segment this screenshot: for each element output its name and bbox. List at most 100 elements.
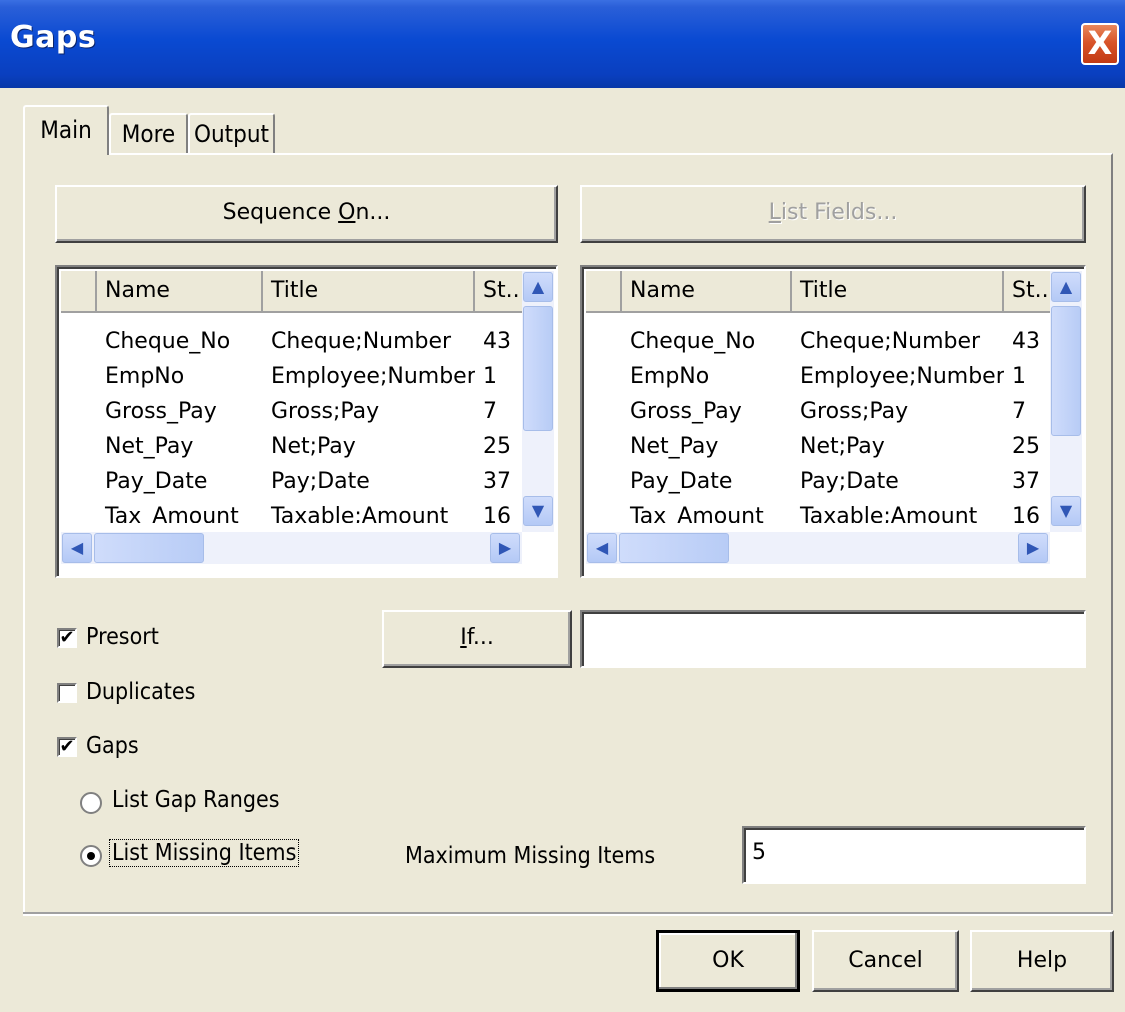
duplicates-checkbox[interactable] <box>57 683 77 703</box>
column-header-start[interactable]: St.. <box>1004 271 1054 313</box>
cell-name: Pay_Date <box>630 469 733 494</box>
scroll-up-icon[interactable]: ▲ <box>523 272 553 302</box>
cell-name: Tax_Amount <box>630 504 764 523</box>
close-icon: X <box>1087 24 1113 62</box>
separator <box>23 912 1113 916</box>
cancel-button[interactable]: Cancel <box>812 930 959 992</box>
horizontal-scrollbar[interactable]: ◀ ▶ <box>586 532 1050 564</box>
presort-label[interactable]: Presort <box>86 624 159 650</box>
sequence-field-list[interactable]: Name Title St.. Cheque_No Cheque;Number 43… <box>55 265 558 578</box>
vertical-scrollbar[interactable]: ▲ ▼ <box>1050 271 1082 532</box>
table-row[interactable]: Cheque_No Cheque;Number 43 <box>586 324 1054 359</box>
scroll-down-icon[interactable]: ▼ <box>1051 496 1081 526</box>
radio-selected-dot <box>87 852 95 860</box>
ok-button-label: OK <box>712 948 744 973</box>
column-header-name[interactable]: Name <box>622 271 792 313</box>
horizontal-scrollbar[interactable]: ◀ ▶ <box>61 532 522 564</box>
tab-main[interactable]: Main <box>23 105 109 155</box>
output-field-list[interactable]: Name Title St.. Cheque_No Cheque;Number 43… <box>580 265 1086 578</box>
cell-title: Employee;Number <box>800 364 1004 389</box>
table-row[interactable]: Tax_Amount Taxable;Amount 16 <box>61 499 525 523</box>
cell-start: 1 <box>483 364 497 389</box>
cell-name: Cheque_No <box>105 329 231 354</box>
cancel-button-label: Cancel <box>848 948 923 973</box>
cell-start: 25 <box>483 434 511 459</box>
cell-start: 25 <box>1012 434 1040 459</box>
cell-start: 7 <box>1012 399 1026 424</box>
scroll-left-icon[interactable]: ◀ <box>62 533 92 563</box>
cell-title: Cheque;Number <box>800 329 981 354</box>
list-missing-items-radio[interactable] <box>80 845 102 867</box>
tab-more[interactable]: More <box>109 113 188 153</box>
cell-start: 16 <box>483 504 511 523</box>
list-header: Name Title St.. <box>586 271 1054 313</box>
cell-start: 43 <box>1012 329 1040 354</box>
column-header-title[interactable]: Title <box>792 271 1004 313</box>
close-button[interactable]: X <box>1081 23 1119 65</box>
scroll-down-icon[interactable]: ▼ <box>523 496 553 526</box>
duplicates-label[interactable]: Duplicates <box>86 679 195 705</box>
cell-name: Net_Pay <box>105 434 194 459</box>
gaps-label[interactable]: Gaps <box>86 733 139 759</box>
list-gap-ranges-radio[interactable] <box>80 792 102 814</box>
list-missing-items-label[interactable]: List Missing Items <box>108 839 300 867</box>
table-row[interactable]: Tax_Amount Taxable;Amount 16 <box>586 499 1054 523</box>
table-row[interactable]: EmpNo Employee;Number 1 <box>61 359 525 394</box>
tab-more-label: More <box>121 120 176 148</box>
title-bar[interactable]: Gaps X <box>0 0 1125 88</box>
cell-name: EmpNo <box>630 364 710 389</box>
scroll-thumb[interactable] <box>1051 306 1081 436</box>
table-row[interactable]: Pay_Date Pay;Date 37 <box>586 464 1054 499</box>
cell-start: 16 <box>1012 504 1040 523</box>
if-button-label: If... <box>460 625 494 650</box>
table-row[interactable]: Pay_Date Pay;Date 37 <box>61 464 525 499</box>
maximum-missing-items-label: Maximum Missing Items <box>405 843 656 869</box>
scroll-left-icon[interactable]: ◀ <box>587 533 617 563</box>
cell-name: Gross_Pay <box>630 399 742 424</box>
tab-output[interactable]: Output <box>188 113 275 153</box>
cell-title: Pay;Date <box>800 469 899 494</box>
cell-start: 37 <box>1012 469 1040 494</box>
header-spacer <box>61 271 97 313</box>
if-expression-field[interactable] <box>580 610 1086 668</box>
table-row[interactable]: Net_Pay Net;Pay 25 <box>586 429 1054 464</box>
cell-title: Taxable;Amount <box>271 504 449 523</box>
if-button[interactable]: If... <box>382 610 572 668</box>
presort-checkbox[interactable]: ✔ <box>57 628 77 648</box>
gaps-checkbox[interactable]: ✔ <box>57 737 77 757</box>
cell-start: 37 <box>483 469 511 494</box>
list-gap-ranges-label[interactable]: List Gap Ranges <box>112 787 279 813</box>
table-row[interactable]: Cheque_No Cheque;Number 43 <box>61 324 525 359</box>
table-row[interactable]: Net_Pay Net;Pay 25 <box>61 429 525 464</box>
help-button[interactable]: Help <box>970 930 1114 992</box>
header-spacer <box>586 271 622 313</box>
scroll-thumb[interactable] <box>619 533 729 563</box>
maximum-missing-items-field[interactable]: 5 <box>742 826 1086 884</box>
cell-title: Cheque;Number <box>271 329 452 354</box>
tab-output-label: Output <box>194 120 269 148</box>
cell-name: Gross_Pay <box>105 399 217 424</box>
table-row[interactable]: Gross_Pay Gross;Pay 7 <box>61 394 525 429</box>
scroll-up-icon[interactable]: ▲ <box>1051 272 1081 302</box>
cell-name: EmpNo <box>105 364 185 389</box>
table-row[interactable]: EmpNo Employee;Number 1 <box>586 359 1054 394</box>
scroll-right-icon[interactable]: ▶ <box>490 533 520 563</box>
column-header-start[interactable]: St.. <box>475 271 525 313</box>
cell-name: Cheque_No <box>630 329 756 354</box>
list-fields-button[interactable]: List Fields... <box>580 185 1086 243</box>
column-header-title[interactable]: Title <box>263 271 475 313</box>
cell-title: Taxable;Amount <box>800 504 978 523</box>
vertical-scrollbar[interactable]: ▲ ▼ <box>522 271 554 532</box>
scroll-thumb[interactable] <box>94 533 204 563</box>
window-title: Gaps <box>10 20 97 55</box>
ok-button[interactable]: OK <box>656 930 800 992</box>
cell-title: Net;Pay <box>271 434 356 459</box>
column-header-name[interactable]: Name <box>97 271 263 313</box>
sequence-on-button[interactable]: Sequence On... <box>55 185 558 243</box>
cell-name: Pay_Date <box>105 469 208 494</box>
scroll-right-icon[interactable]: ▶ <box>1018 533 1048 563</box>
table-row[interactable]: Gross_Pay Gross;Pay 7 <box>586 394 1054 429</box>
scroll-thumb[interactable] <box>523 306 553 431</box>
help-button-label: Help <box>1016 948 1068 973</box>
cell-title: Pay;Date <box>271 469 370 494</box>
